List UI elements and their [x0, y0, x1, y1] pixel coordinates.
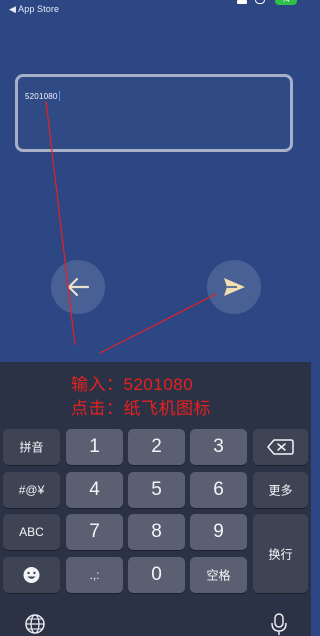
key-9[interactable]: 9: [190, 514, 247, 550]
key-5[interactable]: 5: [128, 472, 185, 508]
key-abc[interactable]: ABC: [3, 514, 60, 550]
annotation-line-tap: 点击：纸飞机图标: [71, 399, 211, 418]
key-space[interactable]: 空格: [190, 557, 247, 593]
backspace-icon: [267, 439, 294, 455]
key-0[interactable]: 0: [128, 557, 185, 593]
text-caret: [58, 91, 60, 101]
back-button[interactable]: [51, 260, 105, 314]
globe-icon[interactable]: [24, 613, 46, 635]
send-button[interactable]: [207, 260, 261, 314]
key-more[interactable]: 更多: [253, 472, 308, 508]
key-6[interactable]: 6: [190, 472, 247, 508]
battery-icon: 74: [275, 0, 297, 5]
key-4[interactable]: 4: [66, 472, 123, 508]
signal-icon: [237, 0, 247, 4]
annotation-instruction: 输入：5201080 点击：纸飞机图标: [71, 373, 211, 421]
status-bar: ◀ App Store 74: [0, 0, 311, 18]
arrow-left-icon: [67, 277, 90, 297]
back-to-app-store-link[interactable]: ◀ App Store: [9, 3, 59, 15]
paper-plane-icon: [224, 278, 245, 296]
code-input-field[interactable]: 5201080: [15, 74, 293, 152]
wifi-icon: [255, 0, 265, 4]
key-newline[interactable]: 换行: [253, 514, 308, 593]
key-1[interactable]: 1: [66, 429, 123, 465]
microphone-icon[interactable]: [270, 613, 288, 636]
code-input-value: 5201080: [25, 91, 60, 101]
status-icons: 74: [227, 0, 297, 8]
key-pinyin[interactable]: 拼音: [3, 429, 60, 465]
pointer-line-send: [99, 293, 217, 354]
key-symbols[interactable]: #@¥: [3, 472, 60, 508]
key-2[interactable]: 2: [128, 429, 185, 465]
key-7[interactable]: 7: [66, 514, 123, 550]
emoji-icon: [23, 567, 40, 583]
key-3[interactable]: 3: [190, 429, 247, 465]
key-8[interactable]: 8: [128, 514, 185, 550]
key-delete[interactable]: [253, 429, 308, 465]
annotation-line-input: 输入：5201080: [71, 375, 194, 394]
key-emoji[interactable]: [3, 557, 60, 593]
key-punctuation[interactable]: .,:: [66, 557, 123, 593]
